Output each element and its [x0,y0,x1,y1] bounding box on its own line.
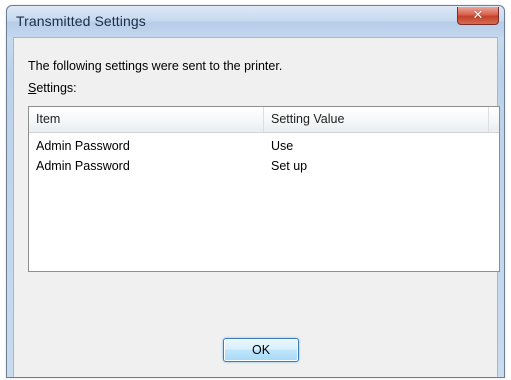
column-header-item[interactable]: Item [29,107,264,132]
settings-label-rest: ettings: [36,81,77,95]
row-value-cell: Set up [271,159,308,173]
close-icon: ✕ [472,8,484,23]
window-title: Transmitted Settings [16,13,146,29]
dialog-content: The following settings were sent to the … [13,37,500,377]
title-bar[interactable]: Transmitted Settings ✕ [7,6,504,37]
column-header-setting-value[interactable]: Setting Value [264,107,489,132]
row-item-cell: Admin Password [36,159,130,173]
dialog-window: Transmitted Settings ✕ The following set… [6,5,505,378]
list-header: Item Setting Value [29,107,499,133]
ok-button[interactable]: OK [223,338,299,362]
list-row[interactable]: Admin Password Use [29,137,499,155]
close-button[interactable]: ✕ [457,7,499,25]
message-text: The following settings were sent to the … [28,59,283,73]
list-row[interactable]: Admin Password Set up [29,157,499,175]
settings-list[interactable]: Item Setting Value Admin Password Use Ad… [28,106,500,272]
settings-label: Settings: [28,81,77,95]
row-item-cell: Admin Password [36,139,130,153]
row-value-cell: Use [271,139,294,153]
